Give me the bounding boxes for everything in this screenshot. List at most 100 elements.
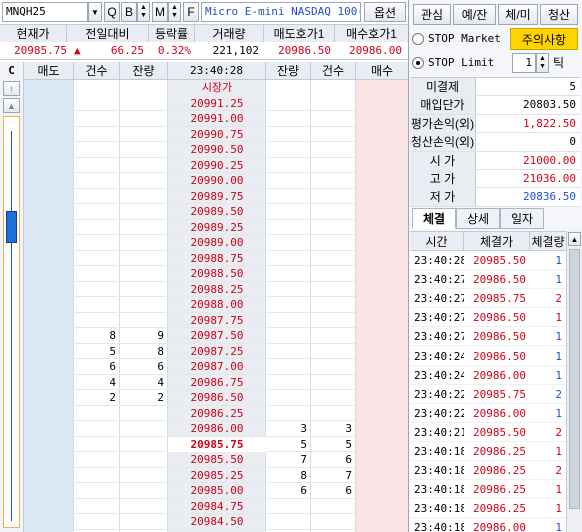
price-cell[interactable]: 20984.75: [168, 499, 266, 515]
volume-slider[interactable]: [3, 116, 20, 528]
scroll-up-arrow-icon[interactable]: ▲: [568, 232, 581, 246]
price-cell[interactable]: 20991.00: [168, 111, 266, 127]
tab-fills[interactable]: 체결: [412, 208, 456, 229]
price-cell[interactable]: 20990.00: [168, 173, 266, 189]
buy-qty-cell: [266, 266, 311, 282]
tab-daily[interactable]: 일자: [500, 208, 544, 229]
m-stepper[interactable]: ▲ ▼: [168, 2, 181, 22]
price-cell[interactable]: 20989.50: [168, 204, 266, 220]
ladder-header-buy-qty: 잔량: [266, 62, 311, 79]
trade-price-cell: 20986.25: [464, 480, 530, 500]
buy-qty-cell: [266, 189, 311, 205]
price-cell[interactable]: 20986.75: [168, 375, 266, 391]
info-row: 저 가 20836.50: [410, 188, 580, 207]
trade-qty-cell: 1: [530, 347, 566, 366]
trade-qty-cell: 1: [530, 308, 566, 328]
price-cell[interactable]: 20988.00: [168, 297, 266, 313]
price-cell[interactable]: 20987.00: [168, 359, 266, 375]
scroll-up-icon[interactable]: ↑: [3, 81, 20, 96]
tick-stepper[interactable]: ▲ ▼: [536, 53, 549, 73]
slider-thumb[interactable]: [6, 211, 17, 243]
buy-qty-cell: [266, 406, 311, 422]
trade-time-cell: 23:40:22: [410, 404, 464, 423]
f-button[interactable]: F: [183, 2, 199, 22]
balance-button[interactable]: 예/잔: [453, 4, 496, 25]
b-stepper[interactable]: ▲ ▼: [137, 2, 150, 22]
symbol-dropdown-button[interactable]: ▼: [88, 2, 102, 22]
price-cell[interactable]: 20988.25: [168, 282, 266, 298]
sell-count-cell: [74, 220, 120, 236]
price-cell[interactable]: 20988.50: [168, 266, 266, 282]
search-button[interactable]: Q: [104, 2, 120, 22]
trades-scrollbar[interactable]: ▲: [566, 231, 582, 532]
current-price: 20985.75: [14, 44, 67, 57]
triangle-up-icon[interactable]: ▲: [3, 98, 20, 113]
buy-qty-cell: [266, 251, 311, 267]
liquidate-button[interactable]: 청산: [540, 4, 578, 25]
price-cell[interactable]: 20989.25: [168, 220, 266, 236]
price-cell[interactable]: 20989.75: [168, 189, 266, 205]
scroll-thumb[interactable]: [569, 249, 580, 509]
trade-time-cell: 23:40:27: [410, 308, 464, 328]
price-cell[interactable]: 20986.00: [168, 421, 266, 437]
down-arrow-icon: ▼: [140, 12, 147, 19]
buy-qty-cell: [266, 313, 311, 329]
buy-qty-cell: [266, 499, 311, 515]
price-cell[interactable]: 20986.25: [168, 406, 266, 422]
trade-qty-cell: 1: [530, 404, 566, 423]
ladder-header-sell[interactable]: 매도: [24, 62, 74, 79]
trade-time-cell: 23:40:21: [410, 423, 464, 442]
trade-time-cell: 23:40:28: [410, 251, 464, 271]
price-cell[interactable]: 20985.50: [168, 452, 266, 468]
trade-price-cell: 20985.75: [464, 385, 530, 404]
price-cell[interactable]: 20988.75: [168, 251, 266, 267]
price-cell[interactable]: 20991.25: [168, 96, 266, 112]
sell-count-cell: [74, 189, 120, 205]
stop-market-radio[interactable]: [412, 33, 424, 45]
trade-time-cell: 23:40:27: [410, 327, 464, 347]
trade-qty-cell: 2: [530, 423, 566, 442]
m-button[interactable]: M: [152, 2, 168, 22]
sell-qty-cell: [120, 173, 168, 189]
product-name-field: Micro E-mini NASDAQ 100(20: [201, 2, 361, 22]
price-cell[interactable]: 20987.50: [168, 328, 266, 344]
trade-qty-cell: 2: [530, 289, 566, 309]
price-cell[interactable]: 20987.75: [168, 313, 266, 329]
fill-unfilled-button[interactable]: 체/미: [498, 4, 538, 25]
market-price-label[interactable]: 시장가: [168, 80, 266, 96]
tab-detail[interactable]: 상세: [456, 208, 500, 229]
sell-count-cell: [74, 235, 120, 251]
price-cell[interactable]: 20990.50: [168, 142, 266, 158]
price-cell[interactable]: 20987.25: [168, 344, 266, 360]
price-cell[interactable]: 20985.25: [168, 468, 266, 484]
caution-button[interactable]: 주의사항: [510, 28, 578, 50]
buy-qty-cell: [266, 282, 311, 298]
watchlist-button[interactable]: 관심: [413, 4, 451, 25]
b-button[interactable]: B: [121, 2, 137, 22]
quote-header-ask1: 매도호가1: [264, 25, 335, 42]
info-value: 5: [569, 80, 576, 93]
trade-price-cell: 20986.25: [464, 499, 530, 519]
up-arrow-icon: ▲: [539, 55, 546, 62]
order-ladder[interactable]: 시장가 20991.25 20991.00 20990.75 20990.50 2099…: [24, 80, 408, 532]
sell-count-cell: [74, 421, 120, 437]
price-cell[interactable]: 20989.00: [168, 235, 266, 251]
ladder-header-buy[interactable]: 매수: [356, 62, 408, 79]
tick-input[interactable]: 1: [512, 53, 536, 73]
price-cell[interactable]: 20990.75: [168, 127, 266, 143]
options-button[interactable]: 옵션: [364, 2, 406, 22]
price-cell[interactable]: 20985.00: [168, 483, 266, 499]
price-cell[interactable]: 20984.50: [168, 514, 266, 530]
price-cell[interactable]: 20990.25: [168, 158, 266, 174]
buy-qty-cell: [266, 344, 311, 360]
trade-time-cell: 23:40:27: [410, 270, 464, 290]
buy-qty-cell: [266, 158, 311, 174]
buy-order-column[interactable]: [356, 80, 408, 532]
trade-time-cell: 23:40:18: [410, 518, 464, 532]
price-cell[interactable]: 20985.75: [168, 436, 266, 452]
stop-limit-radio[interactable]: [412, 57, 424, 69]
symbol-input[interactable]: MNQH25: [2, 2, 88, 22]
sell-order-column[interactable]: [24, 80, 74, 532]
ladder-header: 매도 건수 잔량 23:40:28 잔량 건수 매수: [24, 62, 408, 80]
price-cell[interactable]: 20986.50: [168, 390, 266, 406]
